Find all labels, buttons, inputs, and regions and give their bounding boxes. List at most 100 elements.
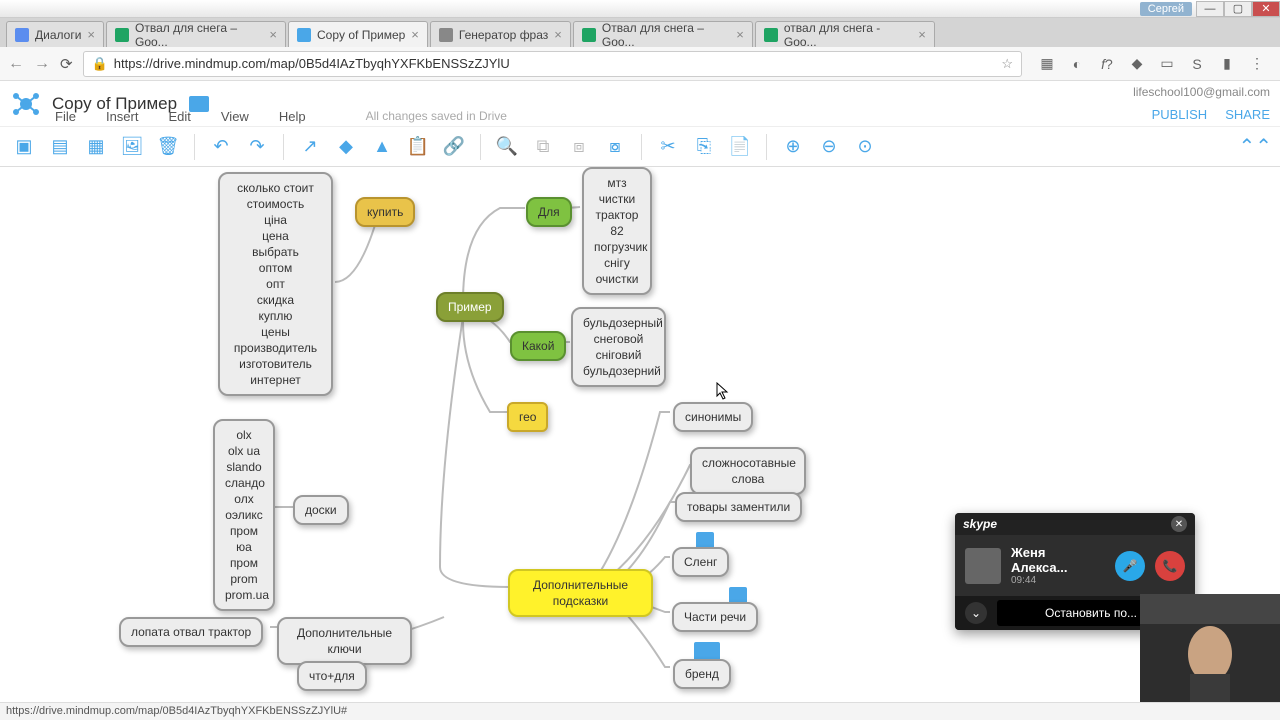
- status-bar: https://drive.mindmup.com/map/0B5d4IAzTb…: [0, 702, 1280, 720]
- close-icon[interactable]: ×: [554, 27, 562, 42]
- close-icon[interactable]: ×: [736, 27, 744, 42]
- ext-icon[interactable]: f?: [1098, 55, 1116, 73]
- menu-help[interactable]: Help: [279, 109, 306, 124]
- save-status: All changes saved in Drive: [366, 109, 507, 124]
- node-tractor-list[interactable]: мтз чистки трактор 82 погрузчик снігу оч…: [582, 167, 652, 295]
- cut-button[interactable]: ✂: [652, 131, 684, 163]
- user-email[interactable]: lifeschool100@gmail.com: [1133, 85, 1270, 99]
- skype-logo: skype: [963, 517, 997, 531]
- node-sleng[interactable]: Сленг: [672, 547, 729, 577]
- zoom-in-button[interactable]: ⊕: [777, 131, 809, 163]
- copy-button[interactable]: ⎘: [688, 131, 720, 163]
- back-button[interactable]: ←: [8, 55, 24, 73]
- node-brand[interactable]: бренд: [673, 659, 731, 689]
- node-kupit[interactable]: купить: [355, 197, 415, 227]
- forward-button[interactable]: →: [34, 55, 50, 73]
- node-dop-podskazki[interactable]: Дополнительные подсказки: [508, 569, 653, 617]
- redo-button[interactable]: ↷: [241, 131, 273, 163]
- ext-icon[interactable]: ◆: [1128, 55, 1146, 73]
- mute-button[interactable]: 🎤: [1115, 551, 1145, 581]
- lock-icon: 🔒: [92, 56, 108, 72]
- close-icon[interactable]: ×: [269, 27, 277, 42]
- call-duration: 09:44: [1011, 575, 1105, 586]
- node-dlya[interactable]: Для: [526, 197, 572, 227]
- attach-button[interactable]: 🔗: [438, 131, 470, 163]
- add-sibling-button[interactable]: ▦: [80, 131, 112, 163]
- add-child-button[interactable]: ▤: [44, 131, 76, 163]
- minimize-button[interactable]: —: [1196, 1, 1224, 17]
- connect-button[interactable]: ↗: [294, 131, 326, 163]
- node-bulldozer-list[interactable]: бульдозерный снеговой сніговий бульдозер…: [571, 307, 666, 387]
- reload-button[interactable]: ⟳: [60, 55, 73, 73]
- tab-label: Copy of Пример: [317, 28, 405, 42]
- node-chasti[interactable]: Части речи: [672, 602, 758, 632]
- menu-view[interactable]: View: [221, 109, 249, 124]
- node-tovary[interactable]: товары заментили: [675, 492, 802, 522]
- node-kakoi[interactable]: Какой: [510, 331, 566, 361]
- image-button[interactable]: 🖼: [116, 131, 148, 163]
- toolbar: ▣ ▤ ▦ 🖼 🗑 ↶ ↷ ↗ ◆ ▲ 📋 🔗 🔍 ⧉ ⧈ ⧇ ✂ ⎘ 📄 ⊕ …: [0, 127, 1280, 167]
- node-doski[interactable]: доски: [293, 495, 349, 525]
- chevron-down-icon[interactable]: ⌄: [965, 602, 987, 624]
- app-logo-icon: [10, 88, 42, 120]
- skype-titlebar[interactable]: skype ✕: [955, 513, 1195, 535]
- expand-button[interactable]: ⧈: [563, 131, 595, 163]
- close-icon[interactable]: ×: [87, 27, 95, 42]
- share-button[interactable]: SHARE: [1225, 107, 1270, 122]
- zoom-out-button[interactable]: ⊖: [813, 131, 845, 163]
- ext-icon[interactable]: ▮: [1218, 55, 1236, 73]
- close-button[interactable]: ✕: [1252, 1, 1280, 17]
- layout-button[interactable]: ⧇: [599, 131, 631, 163]
- ext-icon[interactable]: ▦: [1038, 55, 1056, 73]
- tab-generator[interactable]: Генератор фраз×: [430, 21, 571, 47]
- undo-button[interactable]: ↶: [205, 131, 237, 163]
- color-button[interactable]: ◆: [330, 131, 362, 163]
- node-sinonimy[interactable]: синонимы: [673, 402, 753, 432]
- bookmark-star-icon[interactable]: ☆: [1001, 56, 1013, 72]
- publish-button[interactable]: PUBLISH: [1152, 107, 1208, 122]
- close-icon[interactable]: ✕: [1171, 516, 1187, 532]
- node-chto-dlya[interactable]: что+для: [297, 661, 367, 691]
- caller-name: Женя Алекса...: [1011, 545, 1105, 575]
- add-node-button[interactable]: ▣: [8, 131, 40, 163]
- node-primer[interactable]: Пример: [436, 292, 504, 322]
- webcam-preview: [1140, 594, 1280, 702]
- tab-label: Отвал для снега – Goo...: [602, 21, 730, 49]
- extension-icons: ▦ ◐ f? ◆ ▭ S ▮ ⋮: [1032, 55, 1272, 73]
- tab-copy-primer[interactable]: Copy of Пример ×: [288, 21, 428, 47]
- collapse-button[interactable]: ⧉: [527, 131, 559, 163]
- delete-button[interactable]: 🗑: [152, 131, 184, 163]
- paste-button[interactable]: 📄: [724, 131, 756, 163]
- mouse-cursor-icon: [716, 382, 730, 400]
- url-input[interactable]: 🔒 https://drive.mindmup.com/map/0B5d4IAz…: [83, 51, 1022, 77]
- node-geo[interactable]: гео: [507, 402, 548, 432]
- hangup-button[interactable]: 📞: [1155, 551, 1185, 581]
- expand-toolbar-icon[interactable]: ⌃⌃: [1238, 134, 1272, 159]
- menu-icon[interactable]: ⋮: [1248, 55, 1266, 73]
- picture-button[interactable]: ▲: [366, 131, 398, 163]
- menu-insert[interactable]: Insert: [106, 109, 139, 124]
- node-lopata[interactable]: лопата отвал трактор: [119, 617, 263, 647]
- tab-otval3[interactable]: отвал для снега - Goo...×: [755, 21, 935, 47]
- menu-edit[interactable]: Edit: [168, 109, 190, 124]
- menu-file[interactable]: File: [55, 109, 76, 124]
- node-slozhno[interactable]: сложносотавные слова: [690, 447, 806, 495]
- tab-label: Диалоги: [35, 28, 81, 42]
- tab-dialogs[interactable]: Диалоги ×: [6, 21, 104, 47]
- user-badge: Сергей: [1140, 2, 1192, 16]
- note-button[interactable]: 📋: [402, 131, 434, 163]
- tab-otval2[interactable]: Отвал для снега – Goo... ×: [573, 21, 753, 47]
- node-boards-list[interactable]: olx olx ua slando сландо олх оэликс пром…: [213, 419, 275, 611]
- maximize-button[interactable]: ▢: [1224, 1, 1252, 17]
- node-dop-kluchi[interactable]: Дополнительные ключи: [277, 617, 412, 665]
- ext-icon[interactable]: S: [1188, 55, 1206, 73]
- ext-icon[interactable]: ▭: [1158, 55, 1176, 73]
- zoom-fit-button[interactable]: ⊙: [849, 131, 881, 163]
- tab-otval1[interactable]: Отвал для снега – Goo...×: [106, 21, 286, 47]
- close-icon[interactable]: ×: [411, 27, 419, 42]
- close-icon[interactable]: ×: [918, 27, 926, 42]
- avatar: [965, 548, 1001, 584]
- ext-icon[interactable]: ◐: [1068, 55, 1086, 73]
- search-button[interactable]: 🔍: [491, 131, 523, 163]
- node-prices-list[interactable]: сколько стоит стоимость ціна цена выбрат…: [218, 172, 333, 396]
